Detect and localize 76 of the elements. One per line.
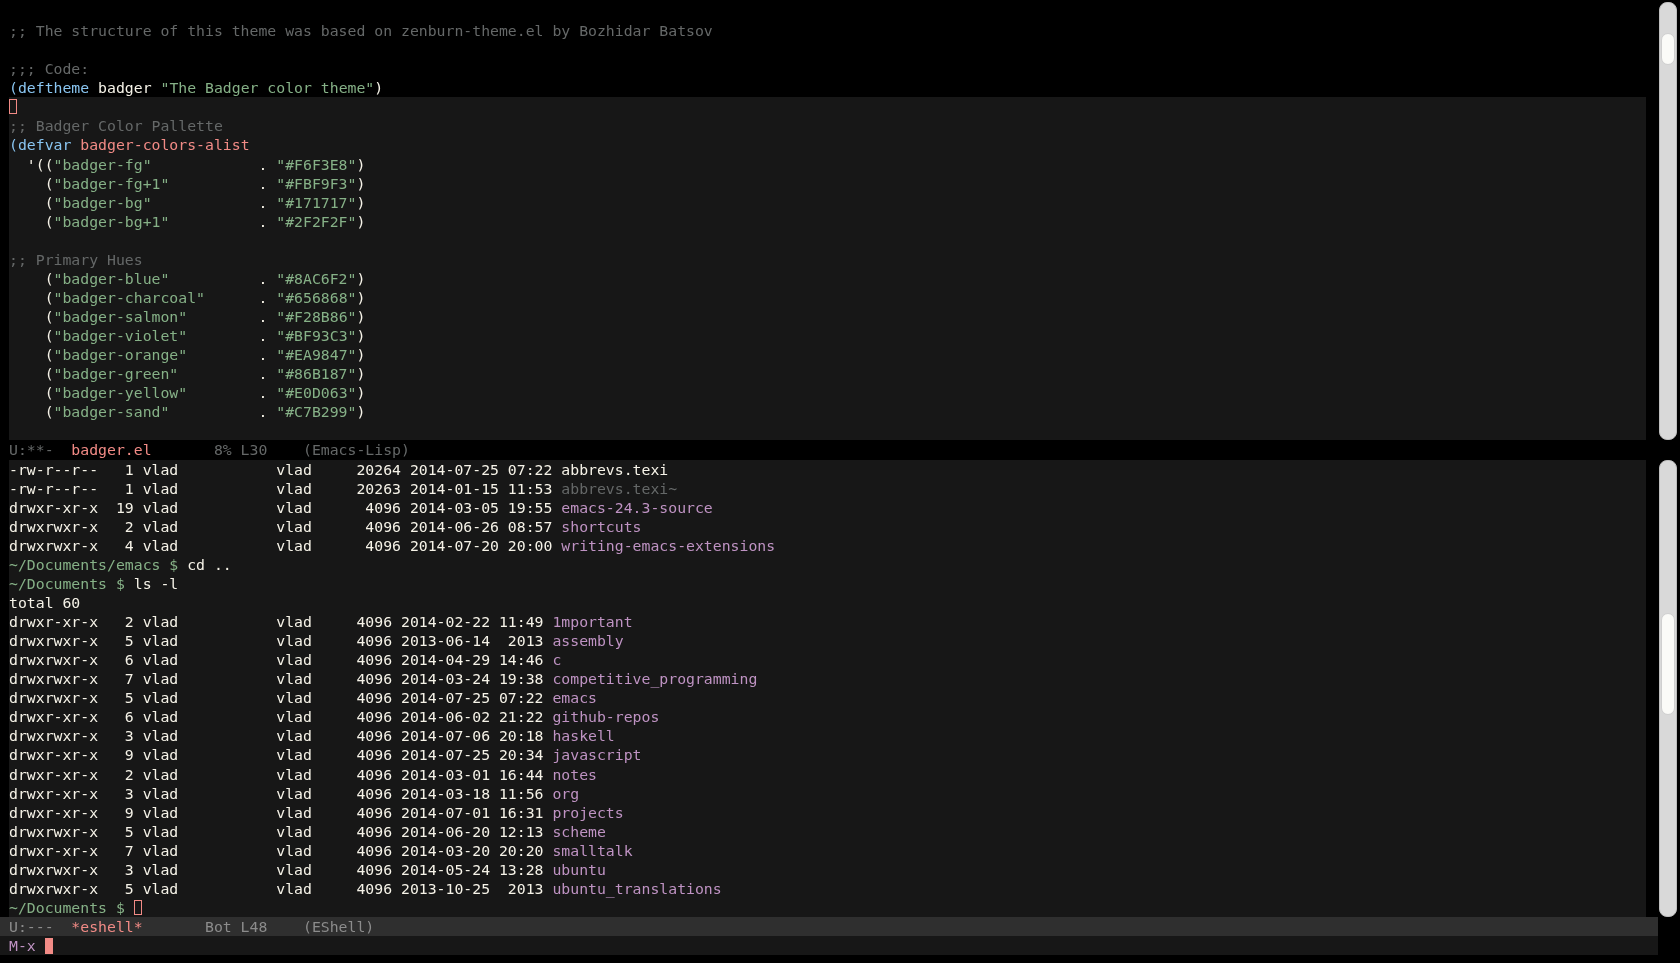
file-name: assembly xyxy=(552,631,624,651)
shell-command: ls -l xyxy=(132,573,179,593)
file-name: github-repos xyxy=(552,707,660,727)
buffer-status: U:**- xyxy=(9,440,54,460)
code-line: ("badger-violet" . "#BF93C3") xyxy=(43,326,366,346)
file-details: -rw-r--r-- 1 vlad vlad 20263 2014-01-15 11:53 xyxy=(9,478,553,498)
comment-line: ;; Primary Hues xyxy=(9,249,143,269)
file-details: drwxr-xr-x 2 vlad vlad 4096 2014-03-01 16:44 xyxy=(9,764,544,784)
file-name: writing-emacs-extensions xyxy=(561,535,776,555)
buffer-position: 8% L30 xyxy=(213,440,268,460)
code-line: (deftheme badger "The Badger color theme") xyxy=(9,78,384,98)
comment-line: ;;; Code: xyxy=(9,59,90,79)
shell-command: cd .. xyxy=(186,554,232,574)
file-name: c xyxy=(552,650,562,670)
file-details: drwxr-xr-x 7 vlad vlad 4096 2014-03-20 20:20 xyxy=(9,840,544,860)
comment-line: ;; The structure of this theme was based on zenburn-theme.el by Bozhidar Batsov xyxy=(9,21,713,41)
shell-prompt: ~/Documents $ xyxy=(9,573,125,593)
buffer-name: *eshell* xyxy=(71,917,143,937)
code-line: ("badger-fg+1" . "#FBF9F3") xyxy=(43,173,366,193)
file-name: emacs xyxy=(552,688,597,708)
file-details: drwxrwxr-x 5 vlad vlad 4096 2013-06-14 2013 xyxy=(9,631,544,651)
file-name: projects xyxy=(552,802,624,822)
code-line: ("badger-blue" . "#8AC6F2") xyxy=(43,268,366,288)
file-details: drwxrwxr-x 3 vlad vlad 4096 2014-07-06 20:18 xyxy=(9,726,544,746)
file-details: drwxr-xr-x 19 vlad vlad 4096 2014-03-05 19:55 xyxy=(9,497,553,517)
major-mode: (EShell) xyxy=(302,917,375,937)
file-details: drwxr-xr-x 9 vlad vlad 4096 2014-07-01 16:31 xyxy=(9,802,544,822)
code-line: ("badger-bg+1" . "#2F2F2F") xyxy=(43,211,366,231)
buffer-status: U:--- xyxy=(9,917,54,937)
file-details: drwxr-xr-x 3 vlad vlad 4096 2014-03-18 11:56 xyxy=(9,783,544,803)
file-name: 1mportant xyxy=(552,612,633,632)
file-name: javascript xyxy=(552,745,642,765)
file-name: abbrevs.texi xyxy=(561,459,669,479)
code-line: '(("badger-fg" . "#F6F3E8") xyxy=(25,154,366,174)
file-details: drwxrwxr-x 5 vlad vlad 4096 2014-07-25 07:22 xyxy=(9,688,544,708)
file-details: drwxrwxr-x 5 vlad vlad 4096 2013-10-25 2013 xyxy=(9,878,544,898)
file-details: drwxrwxr-x 3 vlad vlad 4096 2014-05-24 13:28 xyxy=(9,859,544,879)
comment-line: ;; Badger Color Pallette xyxy=(9,116,223,136)
minibuffer-prompt: M-x xyxy=(9,936,36,956)
file-name: ubuntu xyxy=(552,859,606,879)
file-details: drwxr-xr-x 9 vlad vlad 4096 2014-07-25 20:34 xyxy=(9,745,544,765)
file-details: drwxrwxr-x 7 vlad vlad 4096 2014-03-24 19:38 xyxy=(9,669,544,689)
output-line: total 60 xyxy=(9,592,81,612)
file-name: shortcuts xyxy=(561,516,642,536)
file-name: scheme xyxy=(552,821,606,841)
file-details: drwxr-xr-x 2 vlad vlad 4096 2014-02-22 11:49 xyxy=(9,612,544,632)
scrollbar[interactable] xyxy=(1659,2,1677,441)
scrollbar[interactable] xyxy=(1659,459,1677,917)
file-name: emacs-24.3-source xyxy=(561,497,713,517)
code-line: ("badger-green" . "#86B187") xyxy=(43,364,366,384)
major-mode: (Emacs-Lisp) xyxy=(302,440,410,460)
file-details: drwxrwxr-x 4 vlad vlad 4096 2014-07-20 20:00 xyxy=(9,535,553,555)
file-details: drwxrwxr-x 2 vlad vlad 4096 2014-06-26 08:57 xyxy=(9,516,553,536)
file-details: -rw-r--r-- 1 vlad vlad 20264 2014-07-25 07:22 xyxy=(9,459,553,479)
file-details: drwxr-xr-x 6 vlad vlad 4096 2014-06-02 21:22 xyxy=(9,707,544,727)
code-line: ("badger-bg" . "#171717") xyxy=(43,192,366,212)
file-name: notes xyxy=(552,764,597,784)
code-line: ("badger-yellow" . "#E0D063") xyxy=(43,383,366,403)
code-line: ("badger-charcoal" . "#656868") xyxy=(43,287,366,307)
file-name: org xyxy=(552,783,580,803)
buffer-position: Bot L48 xyxy=(205,917,268,937)
code-line: ("badger-sand" . "#C7B299") xyxy=(43,402,366,422)
shell-prompt: ~/Documents $ xyxy=(9,897,125,917)
file-name: haskell xyxy=(552,726,615,746)
shell-prompt: ~/Documents/emacs $ xyxy=(9,554,179,574)
file-name: smalltalk xyxy=(552,840,633,860)
code-line: ("badger-orange" . "#EA9847") xyxy=(43,345,366,365)
file-name: ubuntu_translations xyxy=(552,878,722,898)
file-name: competitive_programming xyxy=(552,669,758,689)
minibuffer[interactable]: M-x xyxy=(0,936,1658,956)
file-name: abbrevs.texi~ xyxy=(561,478,678,498)
file-details: drwxrwxr-x 6 vlad vlad 4096 2014-04-29 14:46 xyxy=(9,650,544,670)
file-details: drwxrwxr-x 5 vlad vlad 4096 2014-06-20 12:13 xyxy=(9,821,544,841)
buffer-name: badger.el xyxy=(71,440,152,460)
code-line: (defvar badger-colors-alist xyxy=(9,135,250,155)
code-line: ("badger-salmon" . "#F28B86") xyxy=(43,307,366,327)
